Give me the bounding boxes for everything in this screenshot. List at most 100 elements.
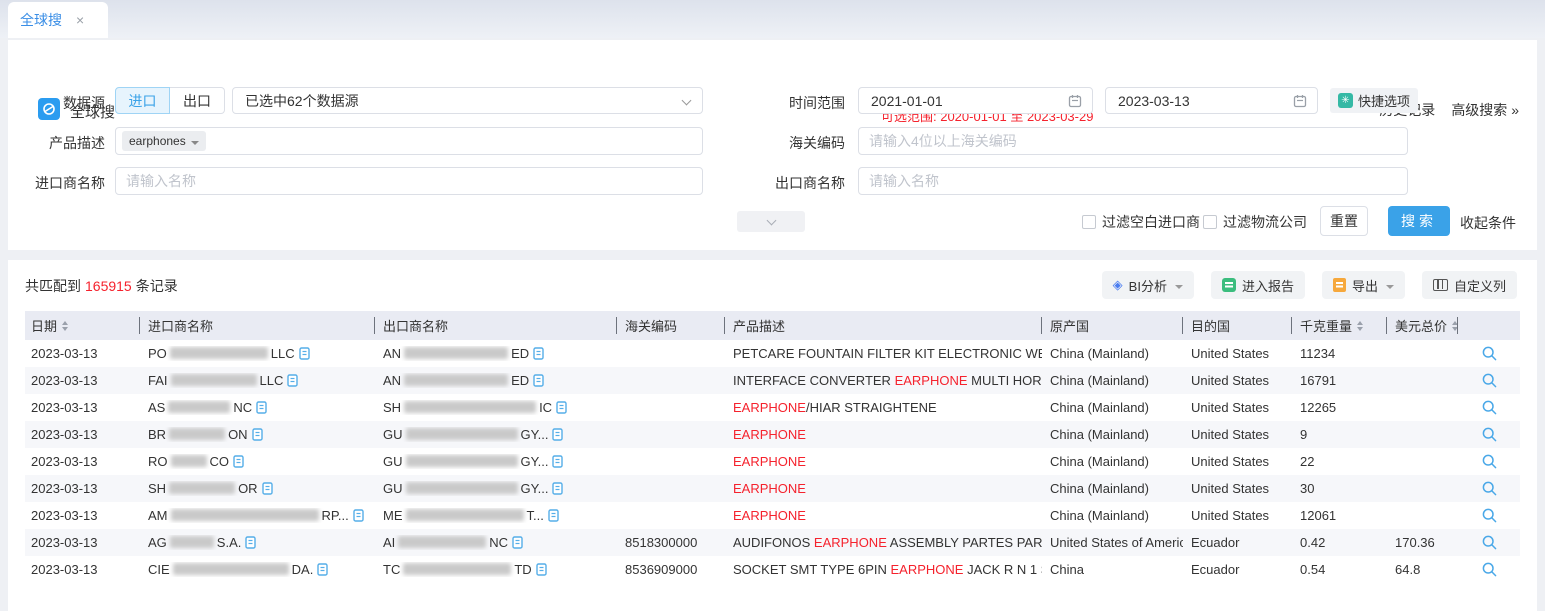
cell-weight-kg: 11234 bbox=[1292, 346, 1387, 361]
magnifier-icon[interactable] bbox=[1481, 426, 1498, 443]
document-icon[interactable] bbox=[552, 428, 563, 441]
data-source-select[interactable]: 已选中62个数据源 bbox=[232, 87, 703, 114]
import-toggle[interactable]: 进口 bbox=[115, 87, 170, 114]
magnifier-icon[interactable] bbox=[1481, 399, 1498, 416]
magnifier-icon[interactable] bbox=[1481, 534, 1498, 551]
cell-action bbox=[1458, 345, 1520, 362]
export-toggle[interactable]: 出口 bbox=[170, 87, 225, 114]
bi-analysis-button[interactable]: BI分析 bbox=[1102, 271, 1194, 299]
cell-importer: ROCO bbox=[140, 454, 375, 469]
quick-options-button[interactable]: 快捷选项 bbox=[1330, 88, 1418, 113]
document-icon[interactable] bbox=[533, 374, 544, 387]
close-icon[interactable] bbox=[76, 13, 84, 27]
reset-button[interactable]: 重置 bbox=[1320, 206, 1368, 236]
table-row[interactable]: 2023-03-13AGS.A.AINC8518300000AUDIFONOS … bbox=[25, 529, 1520, 556]
filter-logistics-checkbox[interactable]: 过滤物流公司 bbox=[1203, 212, 1307, 232]
cell-date: 2023-03-13 bbox=[25, 427, 140, 442]
tab-global-search[interactable]: 全球搜 bbox=[8, 2, 108, 38]
column-header bbox=[1458, 311, 1520, 340]
product-keyword-tag[interactable]: earphones bbox=[122, 131, 206, 151]
document-icon[interactable] bbox=[353, 509, 364, 522]
column-header: 出口商名称 bbox=[375, 311, 617, 340]
checkbox-icon[interactable] bbox=[1203, 215, 1217, 229]
custom-columns-button[interactable]: 自定义列 bbox=[1422, 271, 1517, 299]
data-source-label: 数据源 bbox=[0, 93, 105, 113]
document-icon[interactable] bbox=[552, 482, 563, 495]
cell-action bbox=[1458, 453, 1520, 470]
document-icon[interactable] bbox=[536, 563, 547, 576]
cell-weight-kg: 0.42 bbox=[1292, 535, 1387, 550]
exporter-input[interactable] bbox=[858, 167, 1408, 195]
end-date-input[interactable]: 2023-03-13 bbox=[1105, 87, 1318, 114]
column-header[interactable]: 千克重量 bbox=[1292, 311, 1387, 340]
cell-product-desc: AUDIFONOS EARPHONE ASSEMBLY PARTES PARA … bbox=[725, 535, 1042, 550]
document-icon[interactable] bbox=[256, 401, 267, 414]
magnifier-icon[interactable] bbox=[1481, 345, 1498, 362]
chevron-down-icon bbox=[682, 96, 692, 106]
table-row[interactable]: 2023-03-13ROCOGUGY...EARPHONEChina (Main… bbox=[25, 448, 1520, 475]
importer-input[interactable] bbox=[115, 167, 703, 195]
cell-dest-country: Ecuador bbox=[1183, 535, 1292, 550]
cell-weight-kg: 0.54 bbox=[1292, 562, 1387, 577]
redacted-text bbox=[398, 536, 486, 548]
checkbox-icon[interactable] bbox=[1082, 215, 1096, 229]
cell-exporter: TCTD bbox=[375, 562, 617, 577]
table-row[interactable]: 2023-03-13FAILLCANEDINTERFACE CONVERTER … bbox=[25, 367, 1520, 394]
magnifier-icon[interactable] bbox=[1481, 561, 1498, 578]
column-header[interactable]: 美元总价 bbox=[1387, 311, 1458, 340]
tab-title: 全球搜 bbox=[20, 10, 62, 30]
document-icon[interactable] bbox=[299, 347, 310, 360]
start-date-input[interactable]: 2021-01-01 bbox=[858, 87, 1093, 114]
product-desc-input[interactable]: earphones bbox=[115, 127, 703, 155]
cell-weight-kg: 12265 bbox=[1292, 400, 1387, 415]
time-range-label: 时间范围 bbox=[735, 93, 845, 113]
advanced-search-link[interactable]: 高级搜索 » bbox=[1451, 100, 1519, 120]
magnifier-icon[interactable] bbox=[1481, 480, 1498, 497]
cell-action bbox=[1458, 426, 1520, 443]
document-icon[interactable] bbox=[287, 374, 298, 387]
table-body: 2023-03-13POLLCANEDPETCARE FOUNTAIN FILT… bbox=[25, 340, 1520, 583]
enter-report-button[interactable]: 进入报告 bbox=[1211, 271, 1305, 299]
hs-code-input[interactable] bbox=[858, 127, 1408, 155]
document-icon[interactable] bbox=[262, 482, 273, 495]
cell-dest-country: United States bbox=[1183, 481, 1292, 496]
redacted-text bbox=[171, 509, 319, 521]
table-row[interactable]: 2023-03-13SHORGUGY...EARPHONEChina (Main… bbox=[25, 475, 1520, 502]
export-button[interactable]: 导出 bbox=[1322, 271, 1405, 299]
magnifier-icon[interactable] bbox=[1481, 453, 1498, 470]
table-row[interactable]: 2023-03-13POLLCANEDPETCARE FOUNTAIN FILT… bbox=[25, 340, 1520, 367]
redacted-text bbox=[406, 509, 524, 521]
document-icon[interactable] bbox=[556, 401, 567, 414]
column-header[interactable]: 日期 bbox=[25, 311, 140, 340]
document-icon[interactable] bbox=[233, 455, 244, 468]
chevron-down-icon bbox=[766, 215, 776, 225]
cell-weight-kg: 22 bbox=[1292, 454, 1387, 469]
document-icon[interactable] bbox=[548, 509, 559, 522]
document-icon[interactable] bbox=[552, 455, 563, 468]
sort-icon[interactable] bbox=[1357, 321, 1363, 331]
collapse-conditions-link[interactable]: 收起条件 bbox=[1460, 213, 1516, 233]
table-row[interactable]: 2023-03-13CIEDA.TCTD8536909000SOCKET SMT… bbox=[25, 556, 1520, 583]
document-icon[interactable] bbox=[245, 536, 256, 549]
cell-origin-country: China (Mainland) bbox=[1042, 346, 1183, 361]
table-row[interactable]: 2023-03-13AMRP...MET...EARPHONEChina (Ma… bbox=[25, 502, 1520, 529]
table-row[interactable]: 2023-03-13BRONGUGY...EARPHONEChina (Main… bbox=[25, 421, 1520, 448]
expand-more-button[interactable] bbox=[737, 211, 805, 232]
calendar-icon bbox=[1293, 94, 1307, 111]
export-label: 导出 bbox=[1352, 276, 1378, 295]
table-row[interactable]: 2023-03-13ASNCSHICEARPHONE/HIAR STRAIGHT… bbox=[25, 394, 1520, 421]
search-button[interactable]: 搜索 bbox=[1388, 206, 1450, 236]
magnifier-icon[interactable] bbox=[1481, 372, 1498, 389]
magnifier-icon[interactable] bbox=[1481, 507, 1498, 524]
sort-icon[interactable] bbox=[62, 321, 68, 331]
cell-dest-country: United States bbox=[1183, 373, 1292, 388]
cell-origin-country: China bbox=[1042, 562, 1183, 577]
document-icon[interactable] bbox=[317, 563, 328, 576]
filter-blank-importer-checkbox[interactable]: 过滤空白进口商 bbox=[1082, 212, 1200, 232]
document-icon[interactable] bbox=[512, 536, 523, 549]
document-icon[interactable] bbox=[252, 428, 263, 441]
cell-importer: AMRP... bbox=[140, 508, 375, 523]
cell-action bbox=[1458, 372, 1520, 389]
document-icon[interactable] bbox=[533, 347, 544, 360]
results-table: 日期进口商名称出口商名称海关编码产品描述原产国目的国千克重量美元总价 2023-… bbox=[25, 311, 1520, 583]
